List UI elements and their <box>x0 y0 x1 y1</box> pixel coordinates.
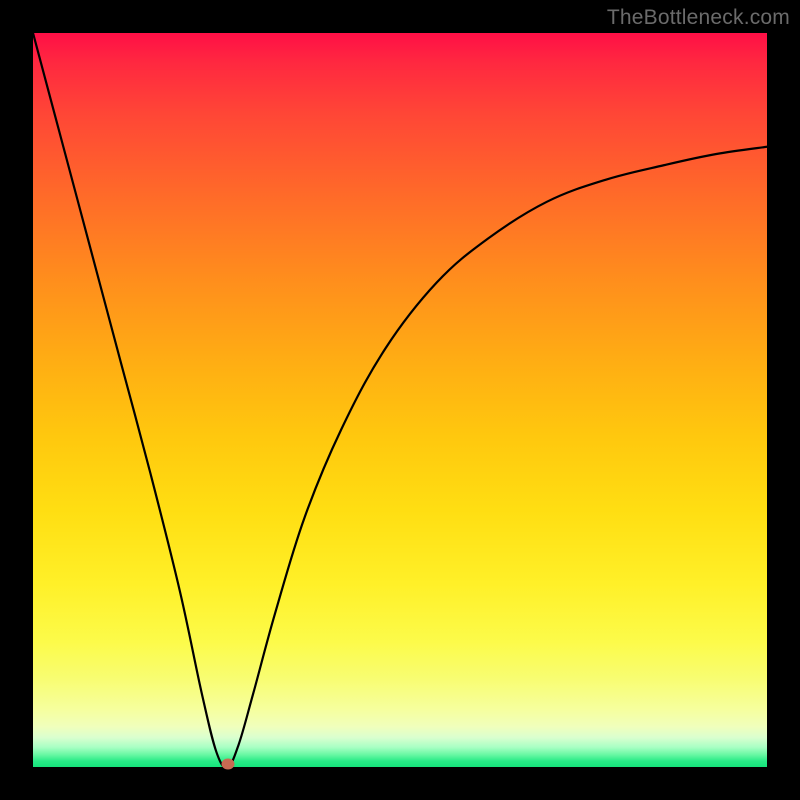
bottleneck-curve <box>33 33 767 767</box>
chart-frame: TheBottleneck.com <box>0 0 800 800</box>
optimal-point-marker <box>221 759 234 770</box>
plot-area <box>33 33 767 767</box>
watermark-text: TheBottleneck.com <box>607 6 790 30</box>
